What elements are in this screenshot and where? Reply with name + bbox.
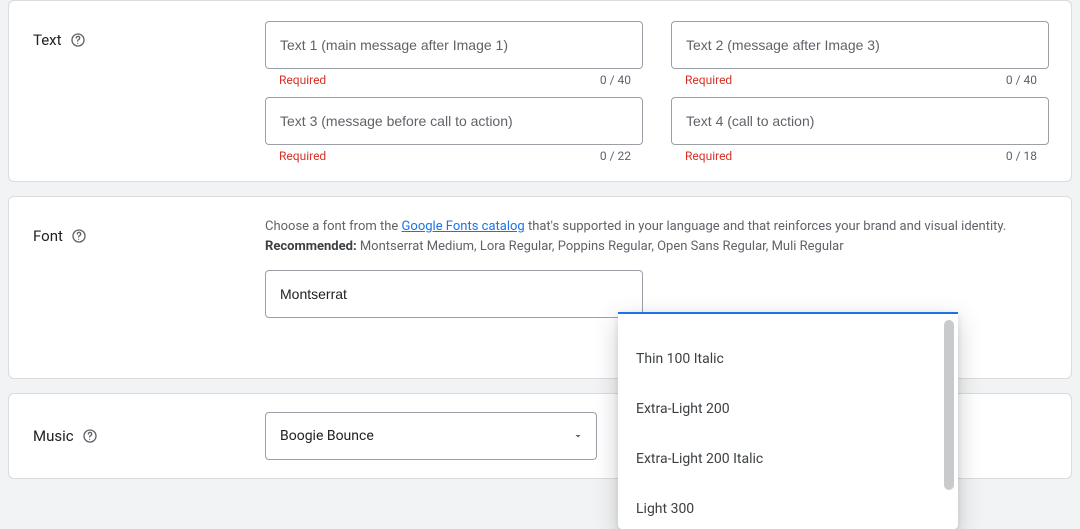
text-section-label-col: Text bbox=[33, 21, 265, 49]
music-track-value: Boogie Bounce bbox=[280, 428, 374, 444]
dropdown-option[interactable]: Thin 100 Italic bbox=[618, 334, 944, 384]
required-label: Required bbox=[685, 73, 732, 87]
font-section-label-col: Font bbox=[33, 217, 265, 245]
text-2-input[interactable] bbox=[671, 21, 1049, 69]
font-weight-select-placeholder[interactable] bbox=[671, 270, 1049, 318]
text-4-input[interactable] bbox=[671, 97, 1049, 145]
help-icon[interactable] bbox=[82, 428, 98, 444]
char-count: 0 / 40 bbox=[600, 73, 631, 87]
text-field-2-group: Required 0 / 40 bbox=[671, 21, 1049, 87]
dropdown-list: Thin 100 Italic Extra-Light 200 Extra-Li… bbox=[618, 314, 944, 529]
text-field-1-group: Required 0 / 40 bbox=[265, 21, 643, 87]
font-description: Choose a font from the Google Fonts cata… bbox=[265, 217, 1049, 256]
recommended-label: Recommended: bbox=[265, 239, 357, 254]
dropdown-option[interactable]: Extra-Light 200 Italic bbox=[618, 434, 944, 484]
text-field-4-group: Required 0 / 18 bbox=[671, 97, 1049, 163]
text-section-label: Text bbox=[33, 31, 62, 49]
help-icon[interactable] bbox=[70, 32, 86, 48]
text-3-input[interactable] bbox=[265, 97, 643, 145]
font-desc-prefix: Choose a font from the bbox=[265, 219, 402, 234]
font-family-input[interactable] bbox=[265, 270, 643, 318]
help-icon[interactable] bbox=[71, 228, 87, 244]
google-fonts-link[interactable]: Google Fonts catalog bbox=[402, 219, 525, 234]
text-field-3-group: Required 0 / 22 bbox=[265, 97, 643, 163]
scrollbar-thumb[interactable] bbox=[944, 320, 954, 490]
music-section-label-col: Music bbox=[33, 427, 265, 445]
required-label: Required bbox=[685, 149, 732, 163]
dropdown-option[interactable]: Extra-Light 200 bbox=[618, 384, 944, 434]
dropdown-scrollbar[interactable] bbox=[944, 320, 954, 523]
text-card: Text Required 0 / 40 bbox=[8, 0, 1072, 182]
music-track-select[interactable]: Boogie Bounce bbox=[265, 412, 597, 460]
font-weight-dropdown[interactable]: Thin 100 Italic Extra-Light 200 Extra-Li… bbox=[618, 312, 958, 529]
required-label: Required bbox=[279, 73, 326, 87]
char-count: 0 / 40 bbox=[1006, 73, 1037, 87]
music-section-label: Music bbox=[33, 427, 74, 445]
font-desc-suffix: that's supported in your language and th… bbox=[525, 219, 1007, 234]
char-count: 0 / 22 bbox=[600, 149, 631, 163]
required-label: Required bbox=[279, 149, 326, 163]
text-1-input[interactable] bbox=[265, 21, 643, 69]
dropdown-option[interactable]: Light 300 bbox=[618, 484, 944, 529]
char-count: 0 / 18 bbox=[1006, 149, 1037, 163]
chevron-down-icon bbox=[572, 430, 584, 442]
font-section-label: Font bbox=[33, 227, 63, 245]
recommended-values: Montserrat Medium, Lora Regular, Poppins… bbox=[357, 239, 844, 254]
